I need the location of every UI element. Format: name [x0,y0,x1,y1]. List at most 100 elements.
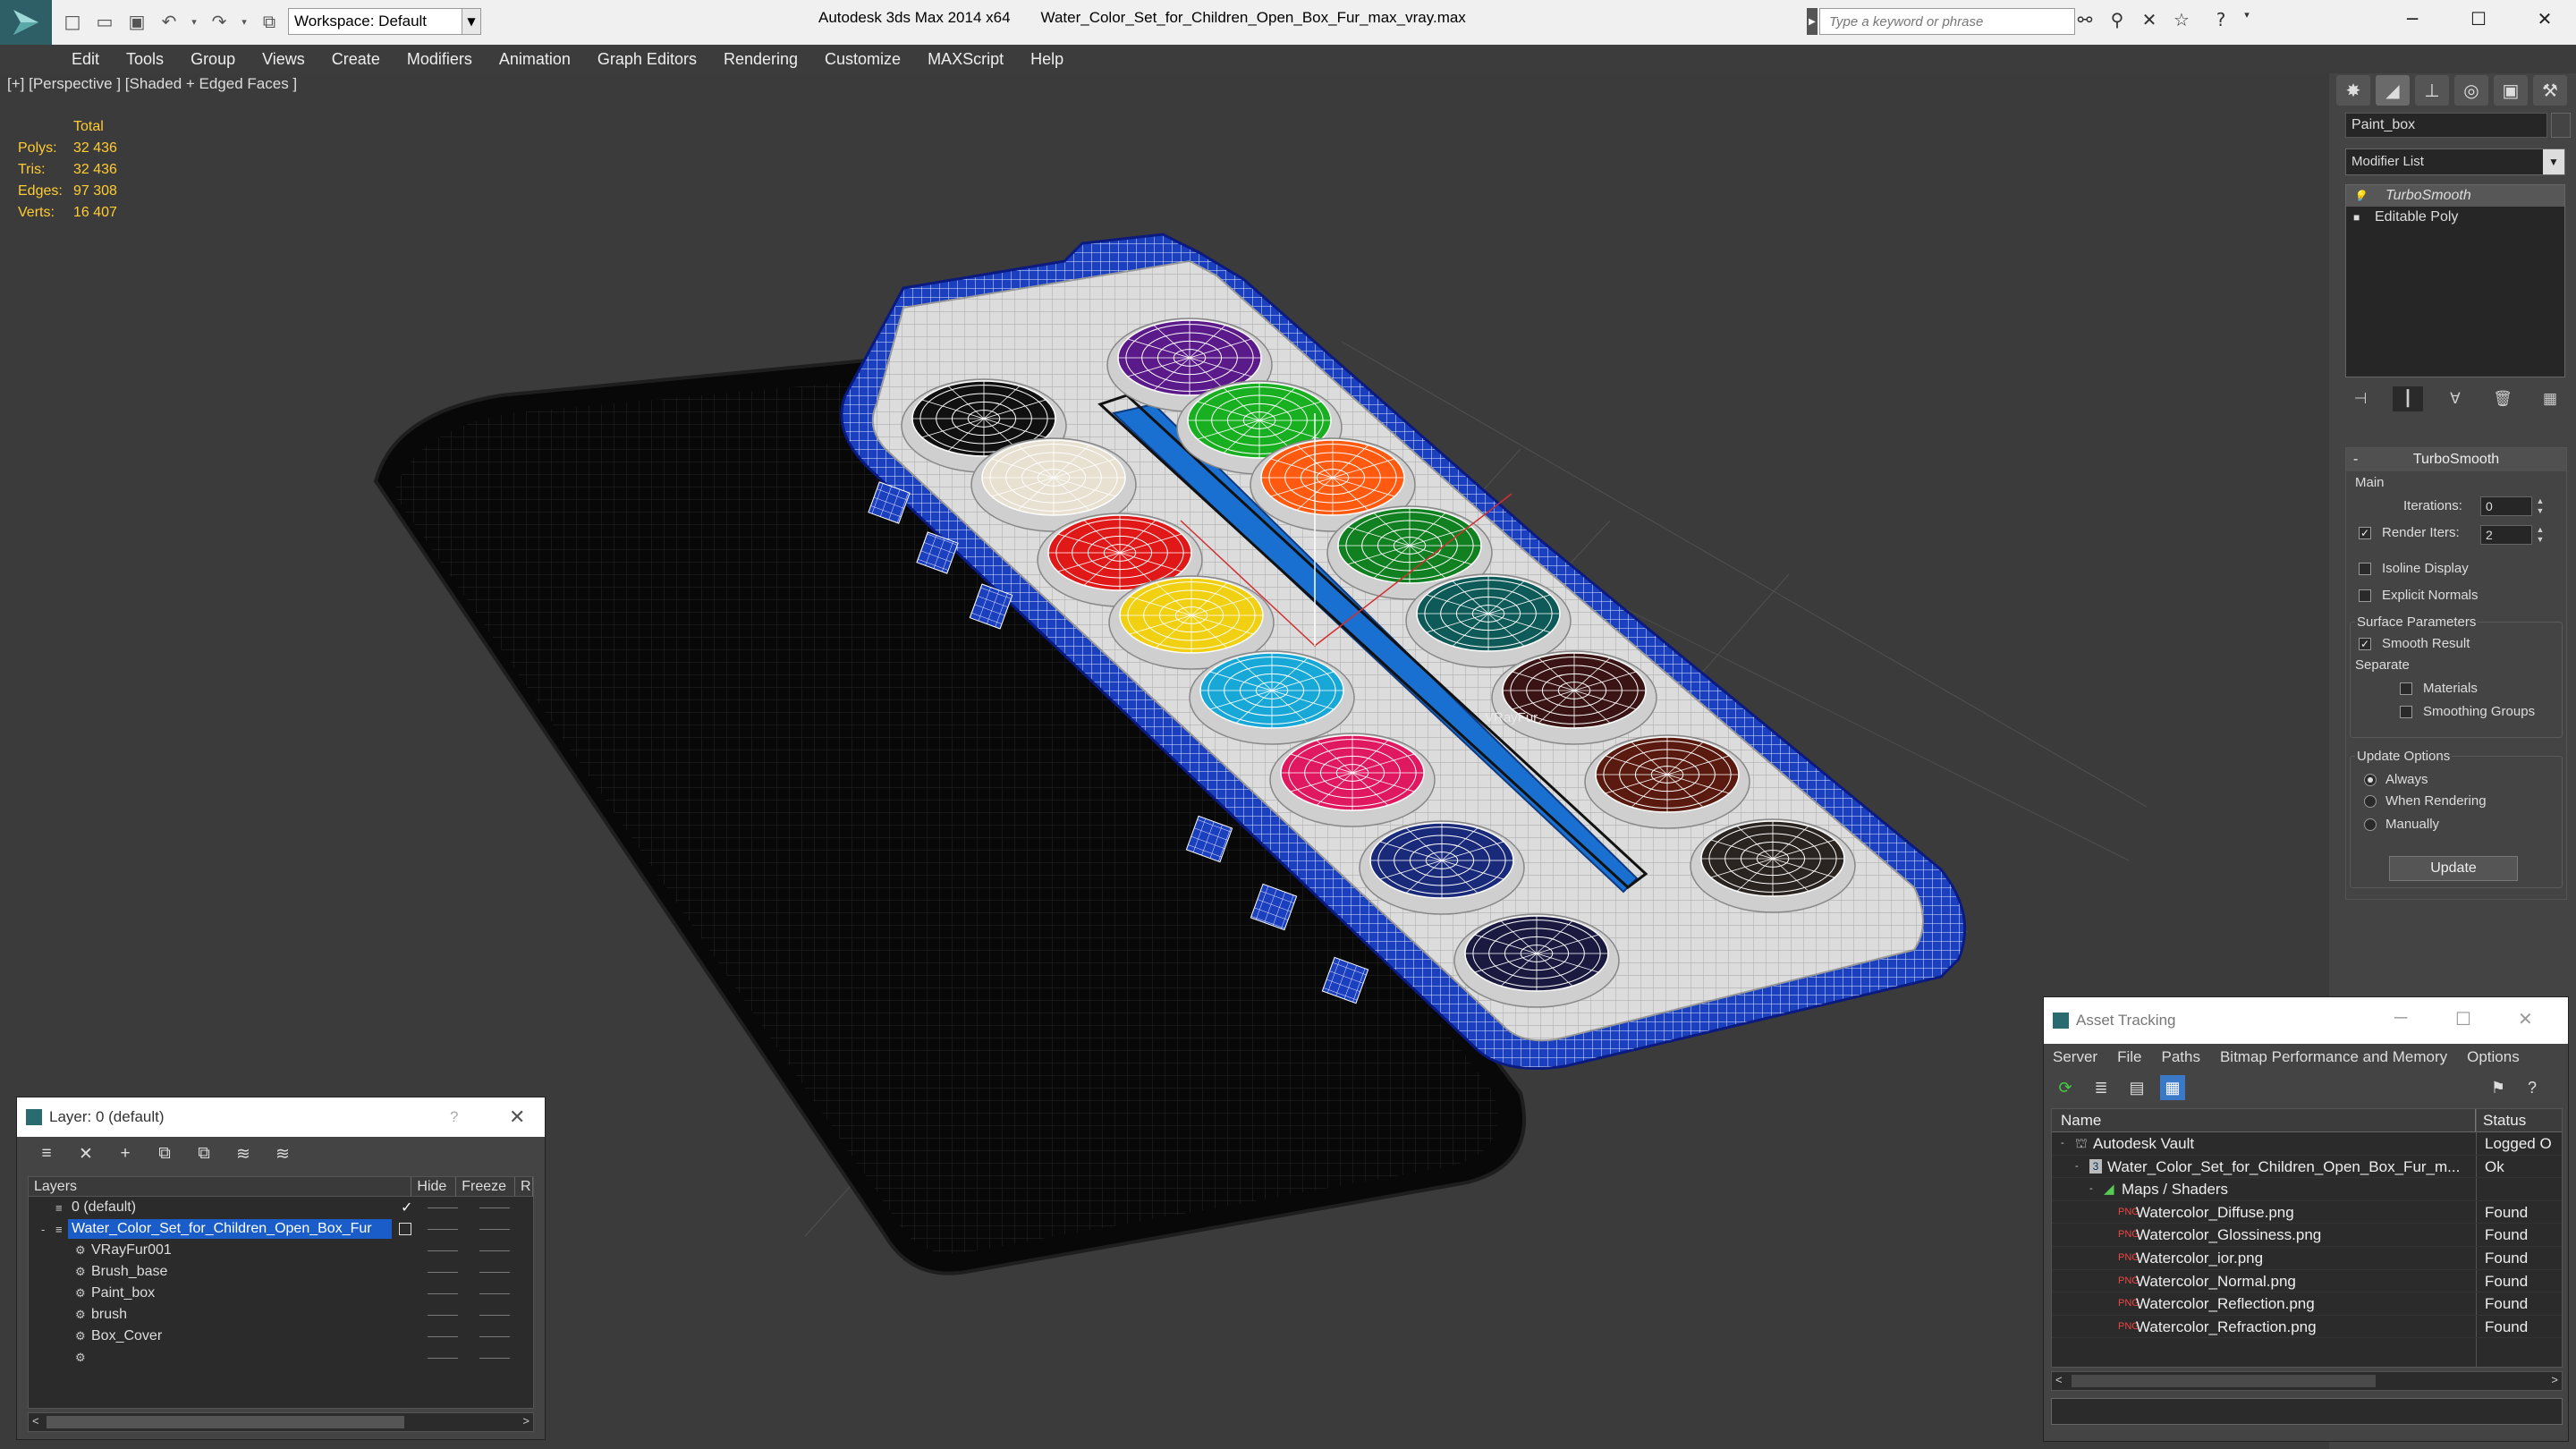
utilities-tab-icon[interactable]: ⚒ [2533,75,2567,106]
asset-menu-options[interactable]: Options [2467,1048,2520,1066]
undo-icon[interactable]: ↶ [156,7,182,36]
col-freeze[interactable]: Freeze [456,1177,516,1196]
rollout-header[interactable]: - TurboSmooth [2346,448,2566,471]
modify-tab-icon[interactable]: ◢ [2376,75,2410,106]
menu-maxscript[interactable]: MAXScript [928,50,1004,69]
freeze-all-icon[interactable]: ≋ [271,1144,294,1165]
stack-item-editable-poly[interactable]: ■ Editable Poly [2346,207,2564,228]
viewport-label[interactable]: [+] [Perspective ] [Shaded + Edged Faces… [7,75,297,93]
menu-create[interactable]: Create [332,50,380,69]
collapse-icon[interactable]: - [41,1223,45,1236]
tree-view-icon[interactable]: ▤ [2124,1075,2149,1100]
always-radio[interactable] [2364,774,2377,786]
freeze-toggle[interactable]: ──── [479,1330,510,1343]
paint-pan[interactable] [1189,650,1355,745]
select-objects-icon[interactable]: ⧉ [153,1144,176,1165]
new-file-icon[interactable]: □ [59,7,86,36]
layer-row[interactable]: ⚙ Box_Cover ──── ──── [29,1326,533,1347]
layer-row[interactable]: ⚙ Brush_base ──── ──── [29,1261,533,1283]
menu-tools[interactable]: Tools [126,50,164,69]
explicit-normals-checkbox[interactable] [2359,589,2371,602]
freeze-toggle[interactable]: ──── [479,1244,510,1257]
maximize-icon[interactable]: ☐ [2455,1008,2471,1030]
list-view-icon[interactable]: ≣ [2089,1075,2114,1100]
delete-layer-icon[interactable]: ✕ [74,1144,97,1165]
layer-window-titlebar[interactable]: Layer: 0 (default) ? ✕ [17,1097,545,1137]
paint-pan[interactable] [1491,650,1657,745]
collapse-icon[interactable]: - [2075,1156,2079,1178]
vault-connect-icon[interactable]: ⚑ [2486,1075,2511,1100]
hide-toggle[interactable]: ──── [428,1287,458,1300]
menu-graph-editors[interactable]: Graph Editors [597,50,697,69]
app-logo-icon[interactable] [0,0,52,45]
layer-row[interactable]: ⚙ ──── ──── [29,1347,533,1368]
asset-menu-server[interactable]: Server [2053,1048,2097,1066]
project-folder-icon[interactable]: ⧉ [256,7,283,36]
maximize-icon[interactable]: ☐ [2445,0,2512,38]
undo-dropdown-icon[interactable]: ▾ [188,7,200,36]
menu-help[interactable]: Help [1030,50,1063,69]
freeze-toggle[interactable]: ──── [479,1223,510,1235]
col-layers[interactable]: Layers [29,1177,412,1196]
modifier-list-dropdown[interactable]: Modifier List ▼ [2345,148,2565,175]
asset-row[interactable]: PNG Watercolor_ior.png Found [2052,1247,2562,1270]
asset-menu-file[interactable]: File [2117,1048,2141,1066]
active-layer-check-icon[interactable]: ✓ [401,1199,412,1216]
stack-item-turbosmooth[interactable]: 💡 TurboSmooth [2346,185,2564,207]
layer-row[interactable]: ≡ 0 (default) ✓ ──── ──── [29,1197,533,1218]
hide-toggle[interactable]: ──── [428,1266,458,1278]
collapse-icon[interactable]: - [2061,1132,2064,1155]
hide-toggle[interactable]: ──── [428,1223,458,1235]
layer-row[interactable]: ⚙ Paint_box ──── ──── [29,1283,533,1304]
freeze-toggle[interactable]: ──── [479,1352,510,1364]
col-name[interactable]: Name [2052,1109,2476,1131]
search-input[interactable]: Type a keyword or phrase [1819,8,2075,35]
pin-stack-icon[interactable]: ⊣ [2345,386,2376,411]
col-hide[interactable]: Hide [411,1177,457,1196]
hide-toggle[interactable]: ──── [428,1352,458,1364]
freeze-toggle[interactable]: ──── [479,1266,510,1278]
minimize-icon[interactable]: ─ [2394,1008,2407,1029]
asset-row[interactable]: PNG Watercolor_Normal.png Found [2052,1270,2562,1293]
paint-pan[interactable] [1453,913,1620,1008]
binoculars-icon[interactable]: ⚯ [2073,9,2097,34]
expand-icon[interactable]: ■ [2353,211,2368,224]
help-icon[interactable]: ? [450,1108,458,1126]
scroll-right-icon[interactable]: > [522,1414,530,1428]
object-color-swatch[interactable] [2551,113,2571,138]
object-name-field[interactable]: Paint_box [2345,113,2547,138]
workspace-dropdown[interactable]: Workspace: Default [288,8,481,35]
asset-menu-paths[interactable]: Paths [2161,1048,2199,1066]
close-icon[interactable]: ✕ [2518,1008,2533,1030]
redo-dropdown-icon[interactable]: ▾ [238,7,250,36]
hide-toggle[interactable]: ──── [428,1201,458,1214]
hide-all-icon[interactable]: ≋ [232,1144,255,1165]
layer-row[interactable]: ⚙ brush ──── ──── [29,1304,533,1326]
create-layer-icon[interactable]: ≡ [35,1144,58,1165]
render-iters-checkbox[interactable]: ✓ [2359,527,2371,539]
paint-pan[interactable] [1584,734,1750,829]
spinner-arrows-icon[interactable]: ▲ ▼ [2534,496,2546,516]
asset-row[interactable]: PNG Watercolor_Glossiness.png Found [2052,1224,2562,1247]
render-iters-spinner[interactable]: 2 [2480,525,2532,545]
menu-customize[interactable]: Customize [825,50,901,69]
highlight-layer-icon[interactable]: ⧉ [192,1144,216,1165]
scroll-right-icon[interactable]: > [2551,1373,2558,1386]
table-view-icon[interactable]: ▦ [2160,1075,2185,1100]
hierarchy-tab-icon[interactable]: ⊥ [2415,75,2449,106]
scroll-thumb[interactable] [47,1416,404,1428]
menu-views[interactable]: Views [262,50,305,69]
asset-menu-bitmap[interactable]: Bitmap Performance and Memory [2220,1048,2447,1066]
menu-modifiers[interactable]: Modifiers [407,50,472,69]
close-icon[interactable]: ✕ [2512,0,2576,38]
communication-icon[interactable]: ✕ [2138,9,2161,34]
col-status[interactable]: Status [2476,1109,2526,1131]
asset-window-titlebar[interactable]: Asset Tracking ─ ☐ ✕ [2044,997,2568,1044]
manually-radio[interactable] [2364,818,2377,831]
smooth-result-checkbox[interactable]: ✓ [2359,638,2371,650]
create-tab-icon[interactable]: ✸ [2336,75,2370,106]
scroll-left-icon[interactable]: < [32,1414,39,1428]
when-rendering-radio[interactable] [2364,795,2377,808]
layer-row[interactable]: - ≡ Water_Color_Set_for_Children_Open_Bo… [29,1218,533,1240]
materials-checkbox[interactable] [2400,682,2412,695]
